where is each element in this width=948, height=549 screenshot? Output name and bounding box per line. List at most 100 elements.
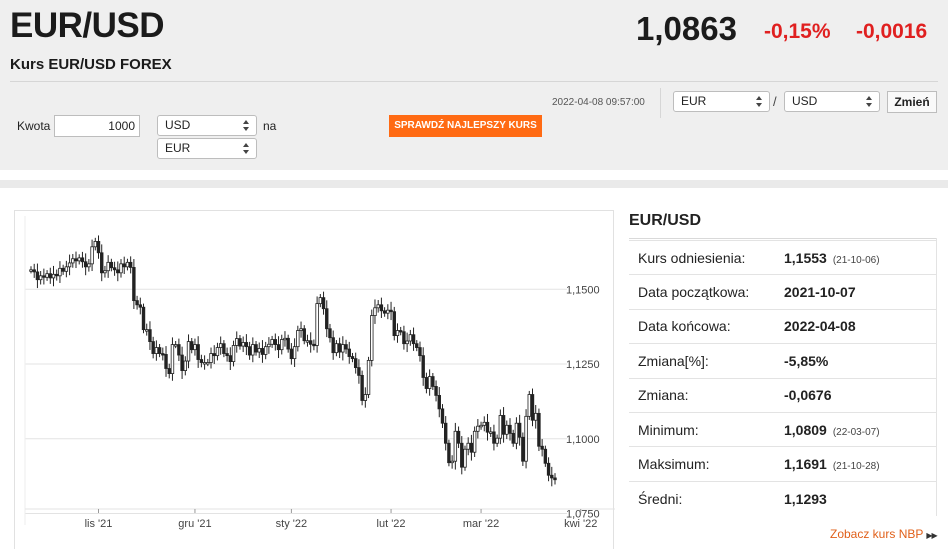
from-currency-select[interactable]: USD (157, 115, 257, 136)
page-subtitle: Kurs EUR/USD FOREX (10, 56, 172, 73)
quote-currency-select[interactable]: USD (784, 91, 880, 112)
candle-body (421, 355, 425, 378)
candle-body (122, 263, 126, 268)
stats-label: Data początkowa: (629, 274, 784, 310)
candle-body (466, 442, 470, 450)
nbp-link-label: Zobacz kurs NBP (830, 527, 924, 541)
candle-body (495, 437, 499, 444)
candle-body (212, 353, 216, 357)
select-arrows-icon (243, 118, 250, 133)
change-pair-button[interactable]: Zmień (887, 91, 937, 113)
candle-body (135, 300, 139, 306)
amount-label: Kwota (17, 119, 51, 133)
candle-body (199, 359, 204, 363)
candle-body (286, 337, 290, 350)
vertical-divider (660, 88, 661, 118)
nbp-rate-link[interactable]: Zobacz kurs NBP ▶▶ (830, 527, 938, 541)
candle-body (447, 442, 451, 464)
candle-body (501, 415, 506, 435)
candle-body (64, 266, 69, 272)
candle-body (132, 267, 136, 302)
candle-body (103, 270, 107, 274)
base-currency-select[interactable]: EUR (673, 91, 770, 112)
candle-body (241, 342, 245, 347)
candle-body (431, 376, 435, 387)
candle-body (395, 330, 400, 337)
quote-timestamp: 2022-04-08 09:57:00 (552, 97, 645, 108)
stats-row: Minimum: 1,0809 (22-03-07) (629, 411, 936, 447)
candle-body (315, 303, 319, 346)
candle-body (32, 269, 36, 273)
candle-body (154, 347, 159, 354)
candle-body (238, 338, 242, 347)
candle-body (292, 346, 297, 360)
to-currency-select[interactable]: EUR (157, 138, 257, 159)
candle-body (71, 258, 75, 264)
stats-table: Kurs odniesienia: 1,1553 (21-10-06) Data po… (629, 239, 936, 516)
candle-body (145, 329, 149, 332)
candle-body (257, 348, 261, 353)
candle-body (96, 241, 101, 254)
candle-body (67, 262, 72, 268)
candle-body (254, 344, 258, 353)
candle-body (534, 412, 538, 421)
candle-body (296, 330, 300, 348)
amount-input[interactable] (54, 115, 140, 137)
stats-value: -5,85% (784, 343, 936, 379)
candle-body (463, 448, 467, 468)
stats-date: (21-10-06) (832, 254, 880, 266)
candle-body (161, 353, 165, 356)
candle-body (341, 344, 345, 353)
stats-value-text: 1,1553 (784, 249, 827, 266)
candle-body (273, 339, 278, 345)
candle-body (353, 358, 358, 369)
stats-label: Kurs odniesienia: (629, 239, 784, 275)
y-tick-label: 1,1250 (566, 359, 600, 371)
candle-body (225, 353, 229, 357)
candle-body (61, 267, 65, 272)
stats-row: Data początkowa: 2021-10-07 (629, 274, 936, 310)
best-rate-button[interactable]: SPRAWDŹ NAJLEPSZY KURS (389, 115, 542, 137)
candle-body (370, 315, 374, 361)
candle-body (334, 343, 339, 354)
candle-body (382, 310, 387, 314)
candle-body (550, 474, 554, 479)
candle-body (479, 424, 483, 428)
candle-body (530, 394, 535, 421)
candle-body (408, 334, 413, 342)
section-divider (0, 180, 948, 188)
candle-body (90, 246, 94, 265)
candle-body (55, 273, 59, 277)
candle-body (167, 368, 171, 374)
candle-body (344, 344, 348, 350)
select-arrows-icon (756, 94, 763, 109)
candle-body (186, 341, 191, 362)
pair-title: EUR/USD (10, 6, 165, 45)
candle-body (164, 354, 168, 369)
y-tick-label: 1,1000 (566, 434, 600, 446)
candle-body (379, 304, 384, 312)
stats-row: Zmiana: -0,0676 (629, 377, 936, 413)
stats-date: (22-03-07) (832, 426, 880, 438)
candle-body (524, 415, 528, 462)
candle-body (80, 257, 85, 263)
candle-body (389, 309, 393, 313)
candle-body (190, 341, 194, 351)
candle-body (77, 257, 81, 262)
candle-body (206, 362, 210, 365)
x-tick-label: gru '21 (178, 518, 211, 530)
candle-body (366, 360, 371, 395)
y-tick-label: 1,1500 (566, 284, 600, 296)
candle-body (498, 415, 503, 439)
candle-body (440, 408, 445, 424)
candle-body (209, 353, 213, 363)
candle-body (527, 394, 531, 417)
candle-body (357, 367, 361, 376)
stats-value: 1,1553 (21-10-06) (784, 239, 936, 275)
candle-body (469, 442, 474, 453)
candle-body (411, 334, 416, 345)
candle-body (263, 346, 268, 355)
candle-body (437, 395, 441, 410)
candle-body (125, 261, 130, 268)
candle-body (128, 261, 133, 268)
